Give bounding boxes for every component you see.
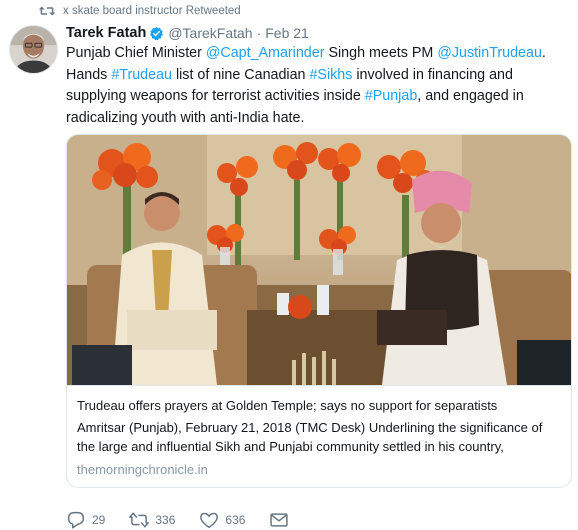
- tweet-actions: 29 336 636: [66, 510, 295, 530]
- retweet-button[interactable]: 336: [129, 511, 175, 529]
- like-count: 636: [225, 513, 246, 527]
- tweet-text-segment: Punjab Chief Minister: [66, 45, 206, 61]
- author-name[interactable]: Tarek Fatah: [66, 25, 146, 41]
- card-description: Amritsar (Punjab), February 21, 2018 (TM…: [77, 420, 543, 454]
- hashtag-link[interactable]: #Punjab: [365, 88, 417, 104]
- reply-icon: [66, 511, 86, 529]
- retweet-icon: [38, 5, 56, 17]
- retweet-icon: [129, 511, 150, 529]
- link-preview-card[interactable]: Trudeau offers prayers at Golden Temple;…: [66, 134, 572, 488]
- hashtag-link[interactable]: #Sikhs: [309, 67, 352, 83]
- retweet-context-label: x skate board instructor Retweeted: [63, 5, 241, 17]
- header-separator: ·: [256, 25, 262, 41]
- direct-message-button[interactable]: [269, 511, 295, 529]
- reply-button[interactable]: 29: [66, 511, 105, 529]
- tweet-header: Tarek Fatah @TarekFatah · Feb 21: [66, 23, 309, 43]
- hashtag-link[interactable]: #Trudeau: [111, 67, 172, 83]
- verified-badge-icon: [149, 26, 164, 41]
- tweet-text-segment: list of nine Canadian: [171, 66, 310, 83]
- card-image[interactable]: [67, 135, 571, 385]
- card-body[interactable]: Trudeau offers prayers at Golden Temple;…: [67, 385, 571, 487]
- avatar[interactable]: [9, 25, 58, 74]
- mention-link[interactable]: @JustinTrudeau: [437, 45, 542, 61]
- envelope-icon: [269, 511, 289, 529]
- author-handle[interactable]: @TarekFatah: [168, 25, 252, 41]
- card-title[interactable]: Trudeau offers prayers at Golden Temple;…: [77, 396, 563, 415]
- heart-icon: [199, 511, 219, 529]
- retweet-context[interactable]: x skate board instructor Retweeted: [38, 3, 241, 19]
- tweet-text-segment: Singh meets PM: [324, 45, 438, 61]
- mention-link[interactable]: @Capt_Amarinder: [206, 45, 325, 61]
- like-button[interactable]: 636: [199, 511, 245, 529]
- tweet-date[interactable]: Feb 21: [265, 25, 309, 41]
- reply-count: 29: [92, 513, 106, 527]
- tweet-text: Punjab Chief Minister @Capt_Amarinder Si…: [66, 43, 572, 129]
- card-domain[interactable]: themorningchronicle.in: [77, 460, 563, 479]
- retweet-count: 336: [155, 513, 176, 527]
